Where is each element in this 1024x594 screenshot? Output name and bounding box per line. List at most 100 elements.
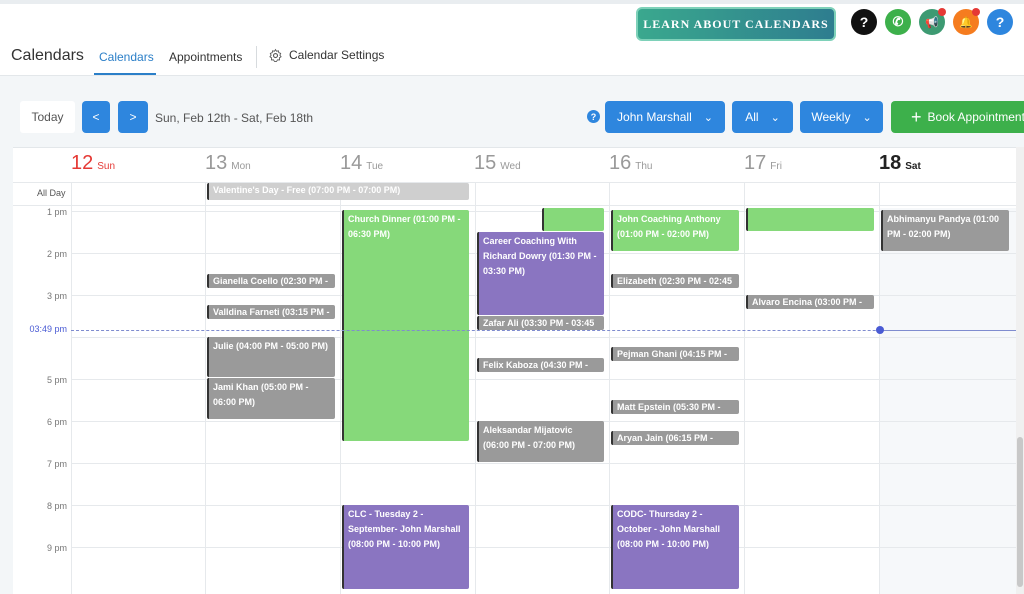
- bell-glyph: 🔔: [959, 16, 973, 29]
- event[interactable]: Abhimanyu Pandya (01:00 PM - 02:00 PM): [881, 210, 1009, 251]
- current-time-line: [71, 330, 1016, 331]
- column-divider: [744, 182, 745, 594]
- learn-about-calendars-button[interactable]: LEARN ABOUT CALENDARS: [636, 7, 836, 41]
- day-header-sat[interactable]: 18 Sat: [821, 148, 921, 182]
- day-name: Fri: [770, 161, 782, 172]
- week-calendar: 12 Sun 13 Mon 14 Tue 15 Wed 16 Thu 17 Fri 18 Sa…: [13, 147, 1016, 594]
- day-header-sun[interactable]: 12 Sun: [13, 148, 115, 182]
- nav-bar: Calendars Calendars Appointments Calenda…: [0, 44, 1024, 76]
- view-select-value: Weekly: [811, 110, 851, 124]
- hour-label: 9 pm: [46, 543, 67, 553]
- day-header-wed[interactable]: 15 Wed: [416, 148, 521, 182]
- event[interactable]: Zafar Ali (03:30 PM - 03:45: [477, 316, 604, 330]
- scrollbar-thumb[interactable]: [1017, 437, 1023, 587]
- help-icon[interactable]: ?: [987, 9, 1013, 35]
- event[interactable]: Pejman Ghani (04:15 PM -: [611, 347, 739, 361]
- page-title: Calendars: [11, 47, 84, 64]
- column-divider: [609, 182, 610, 594]
- day-header-thu[interactable]: 16 Thu: [551, 148, 652, 182]
- hour-line: [71, 463, 1016, 464]
- event[interactable]: Alvaro Encina (03:00 PM -: [746, 295, 874, 309]
- gear-icon: [269, 49, 282, 63]
- day-name: Sun: [97, 161, 116, 172]
- user-select[interactable]: John Marshall ⌄: [605, 101, 725, 133]
- day-number: 15: [474, 152, 497, 174]
- bell-icon[interactable]: 🔔: [953, 8, 980, 35]
- next-week-button[interactable]: >: [118, 101, 148, 133]
- today-button[interactable]: Today: [20, 101, 75, 133]
- tab-calendars[interactable]: Calendars: [99, 50, 154, 64]
- calendar-scrollbar[interactable]: [1016, 147, 1024, 594]
- day-header-fri[interactable]: 17 Fri: [686, 148, 782, 182]
- book-appointment-button[interactable]: + Book Appointment: [891, 101, 1024, 133]
- book-appointment-label: Book Appointment: [927, 110, 1024, 124]
- day-name: Wed: [500, 161, 521, 172]
- event[interactable]: Aleksandar Mijatovic (06:00 PM - 07:00 P…: [477, 421, 604, 462]
- event[interactable]: Jami Khan (05:00 PM - 06:00 PM): [207, 378, 335, 419]
- event[interactable]: CLC - Tuesday 2 - September- John Marsha…: [342, 505, 469, 589]
- hour-label: 2 pm: [46, 249, 67, 259]
- event[interactable]: Aryan Jain (06:15 PM -: [611, 431, 739, 445]
- column-divider: [340, 182, 341, 594]
- day-name: Tue: [366, 161, 384, 172]
- all-day-label: All Day: [37, 188, 66, 198]
- event[interactable]: Julie (04:00 PM - 05:00 PM): [207, 337, 335, 377]
- column-divider: [475, 182, 476, 594]
- column-divider: [71, 182, 72, 594]
- all-day-event[interactable]: Valentine's Day - Free (07:00 PM - 07:00…: [207, 183, 469, 200]
- event[interactable]: Church Dinner (01:00 PM - 06:30 PM): [342, 210, 469, 441]
- hour-label: 8 pm: [46, 501, 67, 511]
- day-number: 13: [205, 152, 228, 174]
- tab-appointments[interactable]: Appointments: [169, 50, 242, 64]
- notification-dot: [938, 8, 946, 16]
- selected-day-column: [880, 208, 1016, 594]
- filter-select[interactable]: All ⌄: [732, 101, 793, 133]
- help-circle-icon[interactable]: ?: [851, 9, 877, 35]
- event[interactable]: Matt Epstein (05:30 PM -: [611, 400, 739, 414]
- tab-active-indicator: [94, 73, 156, 75]
- event[interactable]: CODC- Thursday 2 - October - John Marsha…: [611, 505, 739, 589]
- hour-label: 5 pm: [46, 375, 67, 385]
- current-time-dot: [876, 326, 884, 334]
- all-day-row: [13, 182, 1016, 206]
- event[interactable]: John Coaching Anthony (01:00 PM - 02:00 …: [611, 210, 739, 251]
- event[interactable]: [542, 208, 604, 231]
- top-header: LEARN ABOUT CALENDARS ? ✆ 📢 🔔 ?: [0, 0, 1024, 44]
- nav-divider: [256, 46, 257, 68]
- chevron-down-icon: ⌄: [862, 111, 872, 124]
- day-header-mon[interactable]: 13 Mon: [147, 148, 251, 182]
- date-range-label: Sun, Feb 12th - Sat, Feb 18th: [155, 111, 314, 125]
- day-number: 17: [744, 152, 767, 174]
- current-time-line-today: [880, 330, 1016, 331]
- event[interactable]: Elizabeth (02:30 PM - 02:45: [611, 274, 739, 288]
- column-divider: [879, 182, 880, 594]
- user-select-value: John Marshall: [617, 110, 692, 124]
- filter-select-value: All: [745, 110, 759, 124]
- day-name: Mon: [231, 161, 251, 172]
- event[interactable]: Career Coaching With Richard Dowry (01:3…: [477, 232, 604, 315]
- day-name: Sat: [905, 161, 921, 172]
- event[interactable]: [746, 208, 874, 231]
- event[interactable]: Valldina Farneti (03:15 PM -: [207, 305, 335, 319]
- plus-icon: +: [911, 107, 922, 127]
- phone-icon[interactable]: ✆: [885, 9, 911, 35]
- notification-dot: [972, 8, 980, 16]
- megaphone-glyph: 📢: [925, 16, 939, 29]
- column-divider: [205, 182, 206, 594]
- hour-label: 3 pm: [46, 291, 67, 301]
- event[interactable]: Felix Kaboza (04:30 PM -: [477, 358, 604, 372]
- day-number: 14: [340, 152, 363, 174]
- top-edge: [0, 0, 1024, 4]
- question-icon[interactable]: ?: [587, 110, 600, 123]
- day-name: Thu: [635, 161, 653, 172]
- chevron-down-icon: ⌄: [770, 111, 780, 124]
- megaphone-icon[interactable]: 📢: [919, 8, 946, 35]
- view-select[interactable]: Weekly ⌄: [800, 101, 883, 133]
- calendar-settings-link[interactable]: Calendar Settings: [268, 48, 384, 63]
- event[interactable]: Gianella Coello (02:30 PM -: [207, 274, 335, 288]
- hour-label: 6 pm: [46, 417, 67, 427]
- day-number: 16: [609, 152, 632, 174]
- day-header-tue[interactable]: 14 Tue: [282, 148, 383, 182]
- day-number: 12: [71, 152, 94, 174]
- prev-week-button[interactable]: <: [82, 101, 110, 133]
